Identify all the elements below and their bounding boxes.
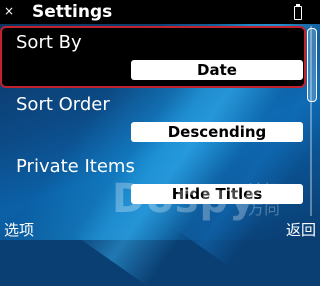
title-bar: × Settings [0, 0, 320, 24]
setting-label: Sort Order [16, 94, 110, 115]
page-title: Settings [32, 2, 113, 22]
softkey-options[interactable]: 选项 [4, 219, 34, 240]
scrollbar-thumb[interactable] [307, 28, 317, 102]
setting-label: Sort By [16, 32, 82, 53]
battery-icon [294, 4, 302, 20]
setting-value-box[interactable]: Date [131, 60, 303, 80]
setting-sort-by[interactable]: Sort By Date [0, 26, 306, 88]
softkey-back[interactable]: 返回 [286, 219, 316, 240]
setting-value-box[interactable]: Descending [131, 122, 303, 142]
scrollbar[interactable] [306, 26, 317, 216]
watermark-subtext: 论坛方向 [248, 181, 281, 218]
softkey-bar: 选项 返回 [0, 216, 320, 240]
close-icon[interactable]: × [4, 4, 14, 18]
setting-sort-order[interactable]: Sort Order Descending [0, 88, 306, 150]
setting-label: Private Items [16, 156, 135, 177]
